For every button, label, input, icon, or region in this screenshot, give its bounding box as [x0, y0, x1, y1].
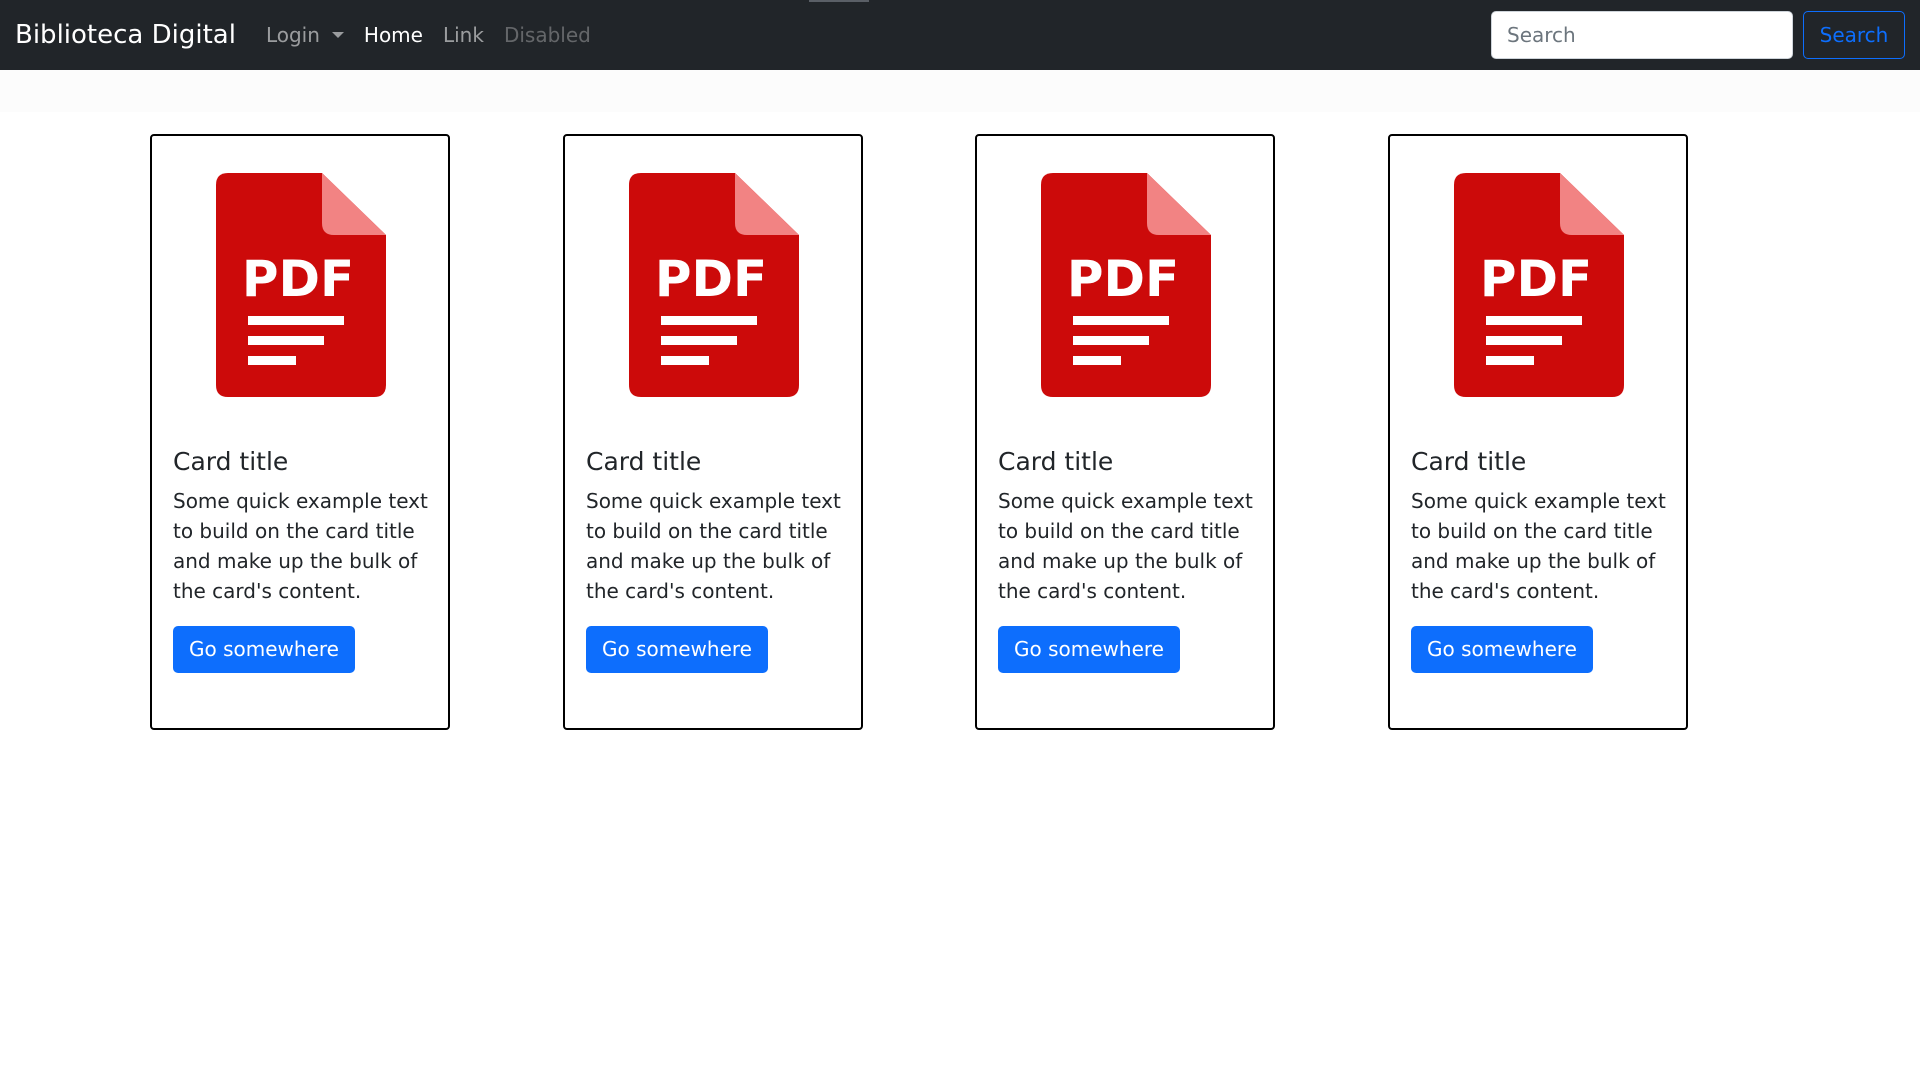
nav-item-home[interactable]: Home	[364, 23, 423, 47]
card-grid: PDF Card title Some quick example text t…	[0, 112, 1920, 730]
go-somewhere-button[interactable]: Go somewhere	[998, 626, 1180, 673]
go-somewhere-button[interactable]: Go somewhere	[1411, 626, 1593, 673]
search-button[interactable]: Search	[1803, 11, 1905, 59]
search-form: Search	[1491, 11, 1905, 59]
card-title: Card title	[1411, 447, 1527, 476]
card: PDF Card title Some quick example text t…	[150, 134, 450, 730]
card-body: Card title Some quick example text to bu…	[586, 446, 846, 673]
top-tab-indicator	[809, 0, 869, 2]
top-navbar: Biblioteca Digital Login Home Link Disab…	[0, 0, 1920, 70]
go-somewhere-button[interactable]: Go somewhere	[586, 626, 768, 673]
search-input[interactable]	[1491, 11, 1793, 59]
card-text: Some quick example text to build on the …	[586, 489, 841, 603]
nav-item-login-label: Login	[265, 23, 320, 47]
card: PDF Card title Some quick example text t…	[563, 134, 863, 730]
card-text: Some quick example text to build on the …	[173, 489, 428, 603]
content-top-band	[0, 70, 1920, 112]
pdf-icon-label: PDF	[1480, 250, 1592, 308]
navbar-brand[interactable]: Biblioteca Digital	[15, 20, 236, 50]
card-title: Card title	[586, 447, 702, 476]
card: PDF Card title Some quick example text t…	[1388, 134, 1688, 730]
pdf-file-icon: PDF	[1454, 173, 1624, 397]
nav-item-link[interactable]: Link	[443, 23, 484, 47]
pdf-icon-label: PDF	[655, 250, 767, 308]
card-body: Card title Some quick example text to bu…	[1411, 446, 1671, 673]
nav-links: Login Home Link Disabled	[266, 23, 611, 47]
card: PDF Card title Some quick example text t…	[975, 134, 1275, 730]
pdf-file-icon: PDF	[629, 173, 799, 397]
card-text: Some quick example text to build on the …	[998, 489, 1253, 603]
chevron-down-icon	[331, 32, 344, 38]
pdf-icon-label: PDF	[1067, 250, 1179, 308]
card-text: Some quick example text to build on the …	[1411, 489, 1666, 603]
go-somewhere-button[interactable]: Go somewhere	[173, 626, 355, 673]
nav-item-disabled: Disabled	[503, 23, 591, 47]
card-body: Card title Some quick example text to bu…	[173, 446, 433, 673]
pdf-file-icon: PDF	[216, 173, 386, 397]
nav-item-login-dropdown[interactable]: Login	[266, 23, 344, 47]
card-title: Card title	[173, 447, 289, 476]
pdf-file-icon: PDF	[1041, 173, 1211, 397]
card-body: Card title Some quick example text to bu…	[998, 446, 1258, 673]
card-title: Card title	[998, 447, 1114, 476]
pdf-icon-label: PDF	[242, 250, 354, 308]
